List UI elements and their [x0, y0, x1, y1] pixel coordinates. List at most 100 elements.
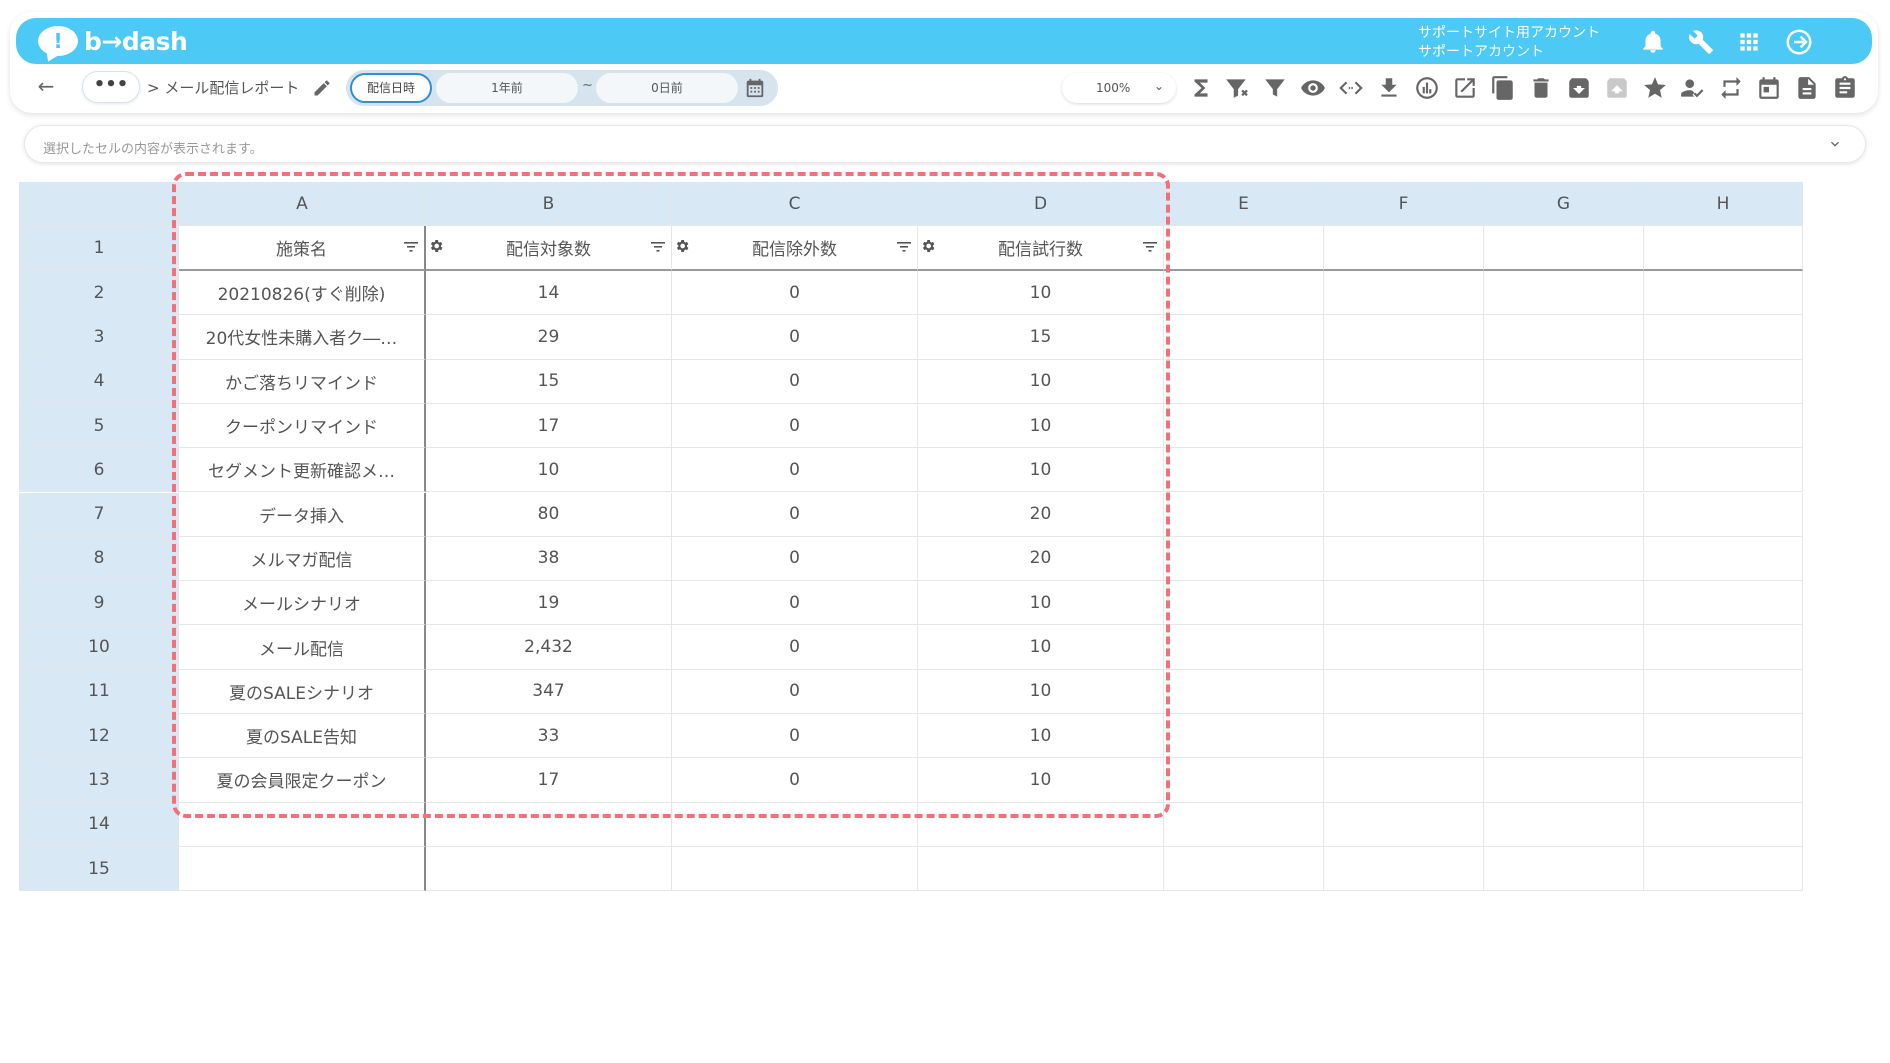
column-header[interactable]: G [1484, 182, 1644, 226]
table-cell[interactable]: メール配信 [179, 625, 426, 670]
empty-cell[interactable] [1644, 669, 1803, 714]
sum-icon[interactable] [1188, 75, 1214, 101]
table-cell[interactable]: 20210826(すぐ削除) [179, 271, 426, 316]
empty-cell[interactable] [1484, 625, 1644, 670]
cell-content-bar[interactable]: 選択したセルの内容が表示されます。 [24, 125, 1866, 163]
empty-cell[interactable] [1644, 846, 1803, 892]
row-header[interactable]: 6 [19, 448, 179, 493]
empty-cell[interactable] [1644, 448, 1803, 493]
table-cell[interactable]: 29 [426, 315, 672, 360]
empty-cell[interactable] [1164, 625, 1324, 670]
empty-cell[interactable] [1484, 536, 1644, 582]
row-header[interactable]: 12 [19, 714, 179, 759]
row-header[interactable]: 14 [19, 802, 179, 847]
empty-cell[interactable] [1164, 536, 1324, 582]
download-icon[interactable] [1376, 75, 1402, 101]
row-header[interactable]: 3 [19, 315, 179, 360]
empty-cell[interactable] [1644, 315, 1803, 360]
field-header-cell[interactable]: 配信試行数 [918, 226, 1164, 271]
empty-cell[interactable] [1164, 315, 1324, 360]
field-header-cell[interactable]: 配信除外数 [672, 226, 918, 271]
date-from-field[interactable]: 1年前 [436, 73, 578, 103]
table-cell[interactable] [672, 802, 918, 847]
apps-grid-icon[interactable] [1736, 29, 1762, 55]
empty-cell[interactable] [1484, 714, 1644, 759]
table-cell[interactable] [426, 846, 672, 892]
empty-cell[interactable] [1644, 625, 1803, 670]
table-cell[interactable]: 15 [918, 315, 1164, 360]
empty-cell[interactable] [1324, 846, 1484, 892]
table-cell[interactable]: 17 [426, 403, 672, 449]
field-header-cell[interactable]: 配信対象数 [426, 226, 672, 271]
table-cell[interactable] [918, 802, 1164, 847]
empty-cell[interactable] [1484, 581, 1644, 626]
table-cell[interactable]: 0 [672, 359, 918, 404]
empty-cell[interactable] [1324, 669, 1484, 714]
calendar-picker-icon[interactable] [744, 77, 766, 99]
empty-cell[interactable] [1324, 448, 1484, 493]
empty-cell[interactable] [1644, 403, 1803, 449]
table-cell[interactable]: 10 [918, 581, 1164, 626]
empty-cell[interactable] [1164, 271, 1324, 316]
column-header[interactable]: E [1164, 182, 1324, 226]
copy-icon[interactable] [1490, 75, 1516, 101]
gear-icon[interactable] [920, 238, 936, 254]
table-cell[interactable]: 0 [672, 625, 918, 670]
date-mode-button[interactable]: 配信日時 [350, 73, 432, 103]
chevron-down-icon[interactable] [1827, 136, 1843, 152]
filter-icon[interactable] [1143, 241, 1157, 253]
table-cell[interactable]: 2,432 [426, 625, 672, 670]
table-cell[interactable]: クーポンリマインド [179, 403, 426, 449]
table-cell[interactable]: メルマガ配信 [179, 536, 426, 582]
star-icon[interactable] [1642, 75, 1668, 101]
table-cell[interactable]: 夏の会員限定クーポン [179, 758, 426, 803]
row-header[interactable]: 8 [19, 536, 179, 582]
table-cell[interactable]: 15 [426, 359, 672, 404]
empty-cell[interactable] [1644, 359, 1803, 404]
empty-cell[interactable] [1484, 226, 1644, 271]
table-cell[interactable] [179, 802, 426, 847]
table-cell[interactable]: 0 [672, 315, 918, 360]
row-header[interactable]: 7 [19, 492, 179, 537]
empty-cell[interactable] [1484, 359, 1644, 404]
table-cell[interactable]: 17 [426, 758, 672, 803]
sync-icon[interactable] [1718, 75, 1744, 101]
filter-clear-icon[interactable] [1224, 75, 1250, 101]
empty-cell[interactable] [1164, 403, 1324, 449]
wrench-icon[interactable] [1688, 29, 1714, 55]
table-cell[interactable]: 夏のSALEシナリオ [179, 669, 426, 714]
eye-icon[interactable] [1300, 75, 1326, 101]
table-cell[interactable]: 10 [918, 625, 1164, 670]
logo[interactable]: ! b→dash [38, 25, 188, 57]
empty-cell[interactable] [1644, 271, 1803, 316]
table-cell[interactable]: データ挿入 [179, 492, 426, 537]
empty-cell[interactable] [1324, 359, 1484, 404]
table-cell[interactable]: 20 [918, 536, 1164, 582]
column-header[interactable]: A [179, 182, 426, 226]
table-cell[interactable]: 0 [672, 271, 918, 316]
table-cell[interactable]: 0 [672, 758, 918, 803]
empty-cell[interactable] [1324, 492, 1484, 537]
chart-icon[interactable] [1414, 75, 1440, 101]
table-cell[interactable]: 0 [672, 492, 918, 537]
empty-cell[interactable] [1484, 271, 1644, 316]
zoom-select[interactable]: 100% ⌄ [1062, 73, 1176, 103]
empty-cell[interactable] [1164, 846, 1324, 892]
table-cell[interactable]: 0 [672, 403, 918, 449]
empty-cell[interactable] [1324, 581, 1484, 626]
empty-cell[interactable] [1484, 403, 1644, 449]
empty-cell[interactable] [1164, 359, 1324, 404]
trash-icon[interactable] [1528, 75, 1554, 101]
document-icon[interactable] [1794, 75, 1820, 101]
filter-icon[interactable] [897, 241, 911, 253]
row-header[interactable]: 10 [19, 625, 179, 670]
table-cell[interactable] [179, 846, 426, 892]
empty-cell[interactable] [1324, 403, 1484, 449]
row-header[interactable]: 9 [19, 581, 179, 626]
empty-cell[interactable] [1324, 271, 1484, 316]
row-header[interactable]: 4 [19, 359, 179, 404]
table-cell[interactable]: 14 [426, 271, 672, 316]
empty-cell[interactable] [1324, 226, 1484, 271]
empty-cell[interactable] [1324, 536, 1484, 582]
table-cell[interactable]: 80 [426, 492, 672, 537]
